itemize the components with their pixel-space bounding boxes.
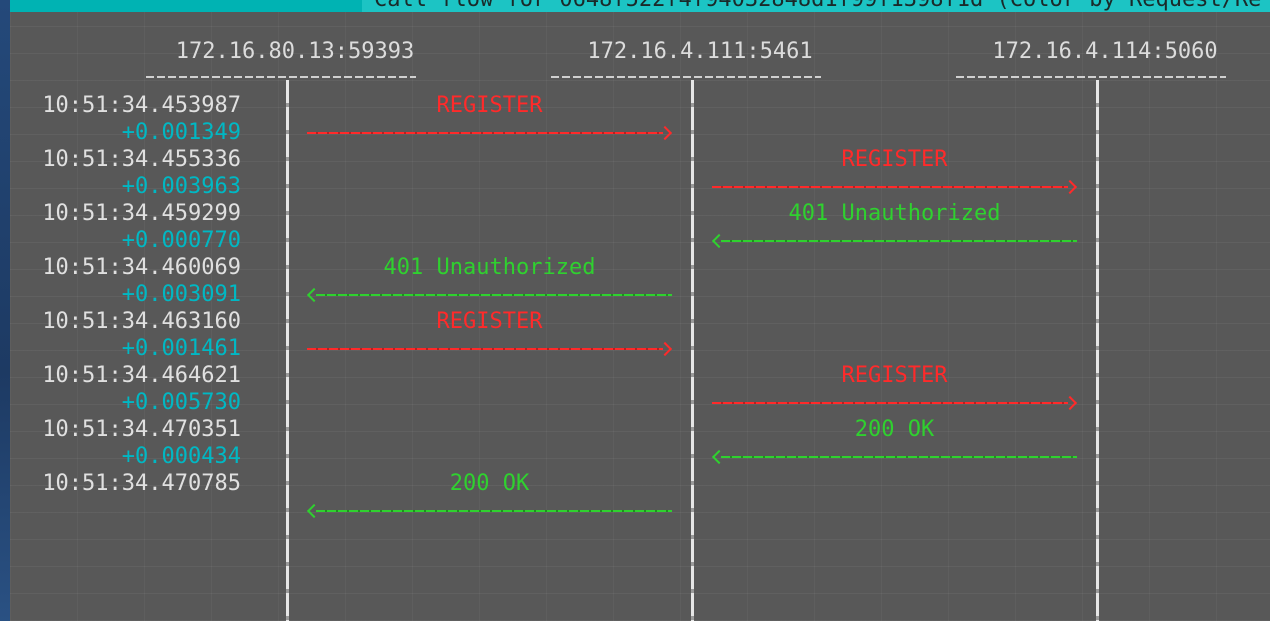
- message-delta: +0.000770: [121, 228, 241, 253]
- endpoint-label-3: 172.16.4.114:5060: [992, 39, 1218, 64]
- message-timestamp: 10:51:34.470351: [42, 417, 241, 442]
- message-arrow-line: [721, 456, 1077, 458]
- endpoint-underline-3: [956, 76, 1226, 78]
- message-label: 200 OK: [854, 417, 935, 442]
- terminal-window: Call flow for 0648f522f4f94032848d1f99f1…: [10, 0, 1270, 621]
- message-timestamp: 10:51:34.470785: [42, 471, 241, 496]
- arrowhead-icon: [657, 125, 673, 141]
- message-arrow-line: [307, 348, 663, 350]
- message-arrow-line: [712, 402, 1068, 404]
- message-arrow: [307, 341, 673, 357]
- message-arrow: [712, 179, 1078, 195]
- message-arrow: [306, 287, 672, 303]
- message-arrow-line: [316, 510, 672, 512]
- message-arrow-line: [316, 294, 672, 296]
- message-delta: +0.003963: [121, 174, 241, 199]
- arrowhead-icon: [711, 233, 727, 249]
- lifeline-3: [1096, 80, 1099, 621]
- arrowhead-icon: [1062, 179, 1078, 195]
- message-label: REGISTER: [841, 147, 948, 172]
- message-timestamp: 10:51:34.453987: [42, 93, 241, 118]
- message-delta: +0.000434: [121, 444, 241, 469]
- message-delta: +0.003091: [121, 282, 241, 307]
- message-label: 200 OK: [449, 471, 530, 496]
- lifeline-1: [286, 80, 289, 621]
- arrowhead-icon: [1062, 395, 1078, 411]
- message-delta: +0.005730: [121, 390, 241, 415]
- desktop-edge: [0, 0, 10, 621]
- message-arrow: [712, 395, 1078, 411]
- arrowhead-icon: [306, 503, 322, 519]
- message-label: REGISTER: [436, 309, 543, 334]
- message-arrow: [711, 449, 1077, 465]
- message-delta: +0.001349: [121, 120, 241, 145]
- message-label: REGISTER: [436, 93, 543, 118]
- message-timestamp: 10:51:34.463160: [42, 309, 241, 334]
- message-arrow: [711, 233, 1077, 249]
- endpoint-label-1: 172.16.80.13:59393: [175, 39, 415, 64]
- message-timestamp: 10:51:34.460069: [42, 255, 241, 280]
- arrowhead-icon: [711, 449, 727, 465]
- endpoint-underline-1: [146, 76, 416, 78]
- message-arrow-line: [307, 132, 663, 134]
- endpoint-underline-2: [551, 76, 821, 78]
- message-arrow: [306, 503, 672, 519]
- message-label: REGISTER: [841, 363, 948, 388]
- message-timestamp: 10:51:34.459299: [42, 201, 241, 226]
- message-arrow-line: [721, 240, 1077, 242]
- message-timestamp: 10:51:34.455336: [42, 147, 241, 172]
- message-delta: +0.001461: [121, 336, 241, 361]
- message-arrow: [307, 125, 673, 141]
- arrowhead-icon: [657, 341, 673, 357]
- message-label: 401 Unauthorized: [788, 201, 1001, 226]
- message-timestamp: 10:51:34.464621: [42, 363, 241, 388]
- message-arrow-line: [712, 186, 1068, 188]
- endpoint-label-2: 172.16.4.111:5461: [587, 39, 813, 64]
- lifeline-2: [691, 80, 694, 621]
- window-title: Call flow for 0648f522f4f94032848d1f99f1…: [374, 0, 1261, 12]
- arrowhead-icon: [306, 287, 322, 303]
- message-label: 401 Unauthorized: [383, 255, 596, 280]
